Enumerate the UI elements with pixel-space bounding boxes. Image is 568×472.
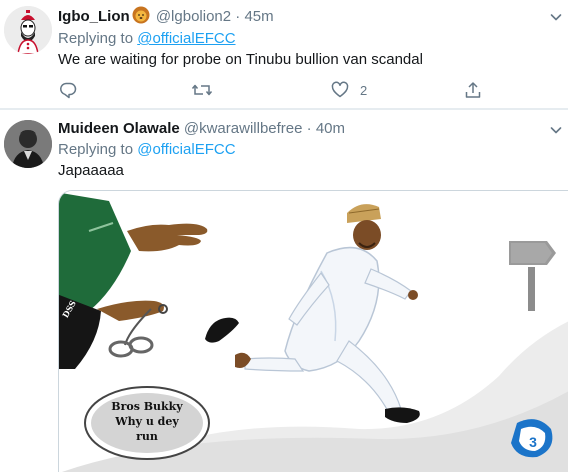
share-button[interactable] <box>463 80 483 100</box>
timestamp[interactable]: 40m <box>316 120 345 137</box>
tweet[interactable]: Igbo_Lion @lgbolion2 · 45m Replying to @… <box>0 0 568 108</box>
bubble-line-3: run <box>136 430 158 443</box>
heart-icon <box>331 81 349 98</box>
timestamp[interactable]: 45m <box>244 8 273 25</box>
avatar[interactable] <box>4 6 52 54</box>
tweet-header: Igbo_Lion @lgbolion2 · 45m <box>58 6 274 30</box>
replying-to-line: Replying to @officialEFCC <box>58 140 236 160</box>
display-name[interactable]: Igbo_Lion <box>58 8 130 25</box>
chevron-down-icon[interactable] <box>550 11 562 23</box>
user-handle[interactable]: @lgbolion2 <box>156 8 231 25</box>
avatar-image <box>4 120 52 168</box>
retweet-button[interactable] <box>191 80 223 100</box>
tweet-header: Muideen Olawale @kwarawillbefree · 40m <box>58 119 345 139</box>
reply-button[interactable] <box>58 80 88 100</box>
bubble-line-2: Why u dey <box>114 415 179 428</box>
separator-dot: · <box>306 120 312 137</box>
reply-icon <box>60 82 77 99</box>
like-count: 2 <box>360 82 368 98</box>
watermark-logo: 3 <box>511 419 553 458</box>
tweet-media-image[interactable]: DSS Bros Bukky Why u dey run 3 <box>58 190 568 472</box>
avatar[interactable] <box>4 120 52 168</box>
tweet-actions: 2 <box>58 80 488 100</box>
display-name[interactable]: Muideen Olawale <box>58 120 180 137</box>
tweet[interactable]: Muideen Olawale @kwarawillbefree · 40m R… <box>0 110 568 472</box>
tweet-text: Japaaaaa <box>58 162 124 179</box>
replying-prefix: Replying to <box>58 141 134 158</box>
avatar-image <box>4 6 52 54</box>
retweet-icon <box>191 84 213 96</box>
separator-dot: · <box>235 8 241 25</box>
speech-bubble: Bros Bukky Why u dey run <box>84 386 210 460</box>
replying-prefix: Replying to <box>58 30 134 47</box>
mention-link[interactable]: @officialEFCC <box>137 141 235 158</box>
lion-face-emoji <box>132 6 150 30</box>
user-handle[interactable]: @kwarawillbefree <box>184 120 303 137</box>
share-icon <box>465 82 481 98</box>
meme-illustration: DSS Bros Bukky Why u dey run 3 <box>59 191 568 472</box>
watermark-text: 3 <box>529 434 537 450</box>
tweet-text: We are waiting for probe on Tinubu bulli… <box>58 51 423 68</box>
chevron-down-icon[interactable] <box>550 124 562 136</box>
like-button[interactable]: 2 <box>330 80 367 100</box>
replying-to-line: Replying to @officialEFCC <box>58 29 236 49</box>
bubble-line-1: Bros Bukky <box>111 400 183 413</box>
mention-link[interactable]: @officialEFCC <box>137 30 235 47</box>
